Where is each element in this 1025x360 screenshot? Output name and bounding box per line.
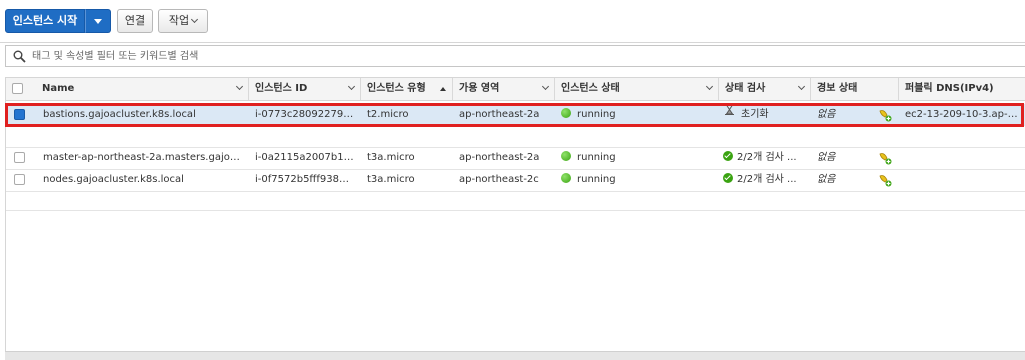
cell-instance-state: running [561,104,711,126]
cell-name: master-ap-northeast-2a.masters.gajoaclu.… [43,152,243,163]
cell-instance-type: t3a.micro [367,152,415,163]
column-menu-icon[interactable] [541,82,550,91]
column-menu-icon[interactable] [797,82,806,91]
cell-availability-zone: ap-northeast-2a [459,152,540,163]
table-header: Name 인스턴스 ID 인스턴스 유형 가용 영역 인스턴스 상태 상태 검사… [6,77,1025,101]
cell-name: bastions.gajoacluster.k8s.local [43,109,196,120]
column-label-public-dns: 퍼블릭 DNS(IPv4) [905,83,994,94]
cell-instance-id: i-0773c28092279aaf9 [255,109,355,120]
cell-availability-zone: ap-northeast-2a [459,109,540,120]
column-header-alarm-status[interactable]: 경보 상태 [810,78,898,100]
column-label-status-check: 상태 검사 [725,83,766,94]
cell-alarm-status: 없음 [817,174,836,185]
actions-label: 작업 [168,14,190,27]
cell-instance-state: running [561,147,711,169]
cell-status-check[interactable]: 2/2개 검사 ... [723,169,807,191]
column-header-instance-state[interactable]: 인스턴스 상태 [554,78,718,100]
cell-public-dns [905,169,1021,191]
cell-instance-id: i-0f7572b5fff938597 [255,174,355,185]
cell-instance-state: running [561,169,711,191]
alarm-add-icon[interactable] [878,104,892,126]
launch-instance-dropdown-button[interactable] [85,9,111,33]
row-divider [6,210,1025,211]
column-label-instance-state: 인스턴스 상태 [561,83,620,94]
hourglass-icon [725,104,734,124]
column-label-alarm-status: 경보 상태 [817,83,858,94]
column-header-instance-type[interactable]: 인스턴스 유형 [360,78,452,100]
instances-table: Name 인스턴스 ID 인스턴스 유형 가용 영역 인스턴스 상태 상태 검사… [5,77,1025,359]
filter-search-input[interactable] [32,48,732,64]
row-checkbox[interactable] [14,152,25,163]
cell-public-dns [905,147,1021,169]
sort-ascending-icon[interactable] [440,87,446,91]
status-check-label: 2/2개 검사 ... [737,152,797,163]
status-check-label: 초기화 [741,109,769,120]
connect-button[interactable]: 연결 [117,9,153,33]
launch-instance-button-group: 인스턴스 시작 [5,9,113,33]
column-header-status-check[interactable]: 상태 검사 [718,78,810,100]
cell-status-check[interactable]: 2/2개 검사 ... [723,147,807,169]
column-header-instance-id[interactable]: 인스턴스 ID [248,78,360,100]
alarm-add-icon[interactable] [878,169,892,191]
chevron-down-icon [191,15,199,24]
table-row[interactable]: bastions.gajoacluster.k8s.local i-0773c2… [5,103,1025,127]
column-label-name: Name [42,83,75,94]
column-label-instance-id: 인스턴스 ID [255,83,308,94]
toolbar: 인스턴스 시작 연결 작업 [0,0,1025,43]
row-checkbox[interactable] [14,109,25,120]
state-label: running [577,152,616,163]
row-checkbox[interactable] [14,174,25,185]
state-label: running [577,174,616,185]
select-all-checkbox[interactable] [12,83,23,94]
column-header-availability-zone[interactable]: 가용 영역 [452,78,554,100]
column-label-availability-zone: 가용 영역 [459,83,500,94]
connect-label: 연결 [124,14,146,27]
check-circle-icon [723,151,733,161]
actions-button[interactable]: 작업 [158,9,208,33]
status-check-label: 2/2개 검사 ... [737,174,797,185]
column-header-name[interactable]: Name [36,78,248,100]
running-dot-icon [561,108,571,118]
cell-alarm-status: 없음 [817,109,836,120]
caret-down-icon [94,18,102,24]
cell-public-dns: ec2-13-209-10-3.ap-n... [905,109,1021,120]
row-divider [6,191,1025,192]
table-row[interactable]: master-ap-northeast-2a.masters.gajoaclu.… [6,147,1025,169]
cell-instance-type: t2.micro [367,109,409,120]
cell-name: nodes.gajoacluster.k8s.local [43,174,184,185]
column-header-public-dns[interactable]: 퍼블릭 DNS(IPv4) [898,78,1025,100]
filter-search-bar [5,45,1025,67]
cell-alarm-status: 없음 [817,152,836,163]
column-menu-icon[interactable] [705,82,714,91]
running-dot-icon [561,173,571,183]
cell-status-check[interactable]: 초기화 [725,104,807,126]
column-menu-icon[interactable] [235,82,244,91]
column-label-instance-type: 인스턴스 유형 [367,83,426,94]
alarm-add-icon[interactable] [878,147,892,169]
column-menu-icon[interactable] [347,82,356,91]
table-row[interactable]: nodes.gajoacluster.k8s.local i-0f7572b5f… [6,169,1025,191]
cell-availability-zone: ap-northeast-2c [459,174,539,185]
cell-instance-type: t3a.micro [367,174,415,185]
check-circle-icon [723,173,733,183]
running-dot-icon [561,151,571,161]
launch-instance-button[interactable]: 인스턴스 시작 [5,9,85,33]
cell-instance-id: i-0a2115a2007b14... [255,152,355,163]
search-icon [13,50,26,66]
state-label: running [577,109,616,120]
